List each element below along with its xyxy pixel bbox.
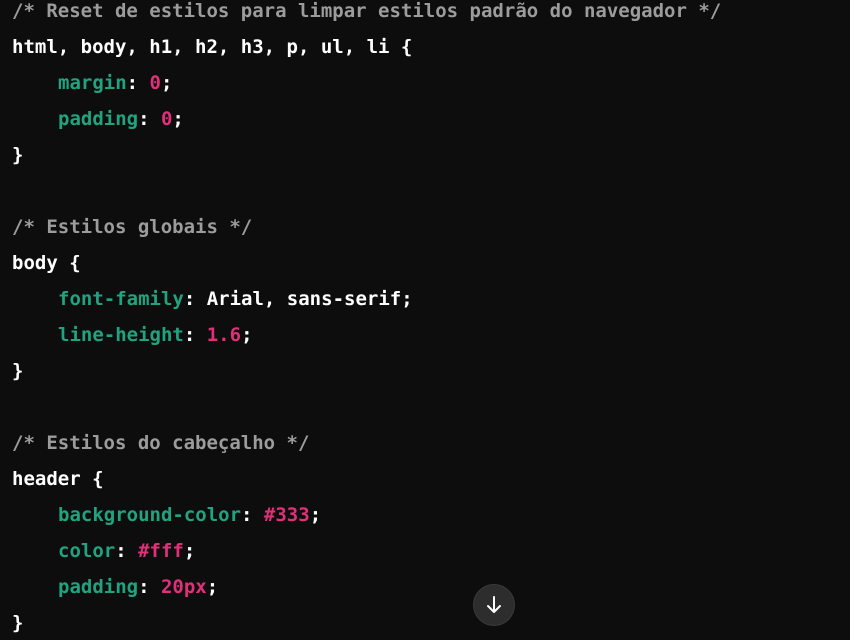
code-line: font-family: Arial, sans-serif;: [58, 288, 413, 310]
code-value: #333: [263, 504, 310, 526]
code-line: /* Estilos do cabeçalho */: [12, 425, 721, 461]
code-line: line-height: 1.6;: [58, 324, 253, 346]
code-line: padding: 0;: [58, 108, 184, 130]
code-property: padding: [58, 576, 139, 598]
scroll-down-button[interactable]: [473, 584, 515, 626]
code-comment: /* Estilos globais */: [12, 216, 253, 238]
code-line: header {: [12, 461, 721, 497]
code-brace: }: [12, 612, 24, 634]
code-property: background-color: [58, 504, 242, 526]
code-line: background-color: #333;: [58, 504, 322, 526]
code-block: /* Reset de estilos para limpar estilos …: [0, 0, 850, 640]
code-brace: }: [12, 360, 24, 382]
code-line: margin: 0;: [58, 72, 173, 94]
code-property: margin: [58, 72, 127, 94]
code-property: padding: [58, 108, 139, 130]
code-value: #fff: [138, 540, 184, 562]
code-property: font-family: [58, 288, 184, 310]
code-selector: html, body, h1, h2, h3, p, ul, li {: [12, 36, 413, 58]
code-line: }: [12, 605, 721, 640]
code-comment: /* Reset de estilos para limpar estilos …: [12, 0, 722, 22]
code-property: color: [58, 540, 116, 562]
code-line: }: [12, 353, 721, 389]
code-brace: }: [12, 144, 24, 166]
code-value: 20px: [160, 576, 207, 598]
code-line: padding: 20px;: [58, 576, 219, 598]
code-value: Arial, sans-serif: [206, 288, 402, 310]
code-line: /* Estilos globais */: [12, 209, 721, 245]
arrow-down-icon: [484, 595, 504, 615]
code-value: 0: [149, 72, 161, 94]
code-property: line-height: [58, 324, 184, 346]
code-line: body {: [12, 245, 721, 281]
code-value: 1.6: [206, 324, 242, 346]
code-value: 0: [160, 108, 173, 130]
code-line: }: [12, 137, 721, 173]
code-line: color: #fff;: [58, 540, 196, 562]
code-line: /* Reset de estilos para limpar estilos …: [12, 0, 721, 29]
code-selector: header {: [12, 468, 104, 490]
code-line: html, body, h1, h2, h3, p, ul, li {: [12, 29, 721, 65]
code-selector: body {: [12, 252, 81, 274]
code-lines: /* Reset de estilos para limpar estilos …: [12, 0, 721, 640]
code-comment: /* Estilos do cabeçalho */: [12, 432, 310, 454]
